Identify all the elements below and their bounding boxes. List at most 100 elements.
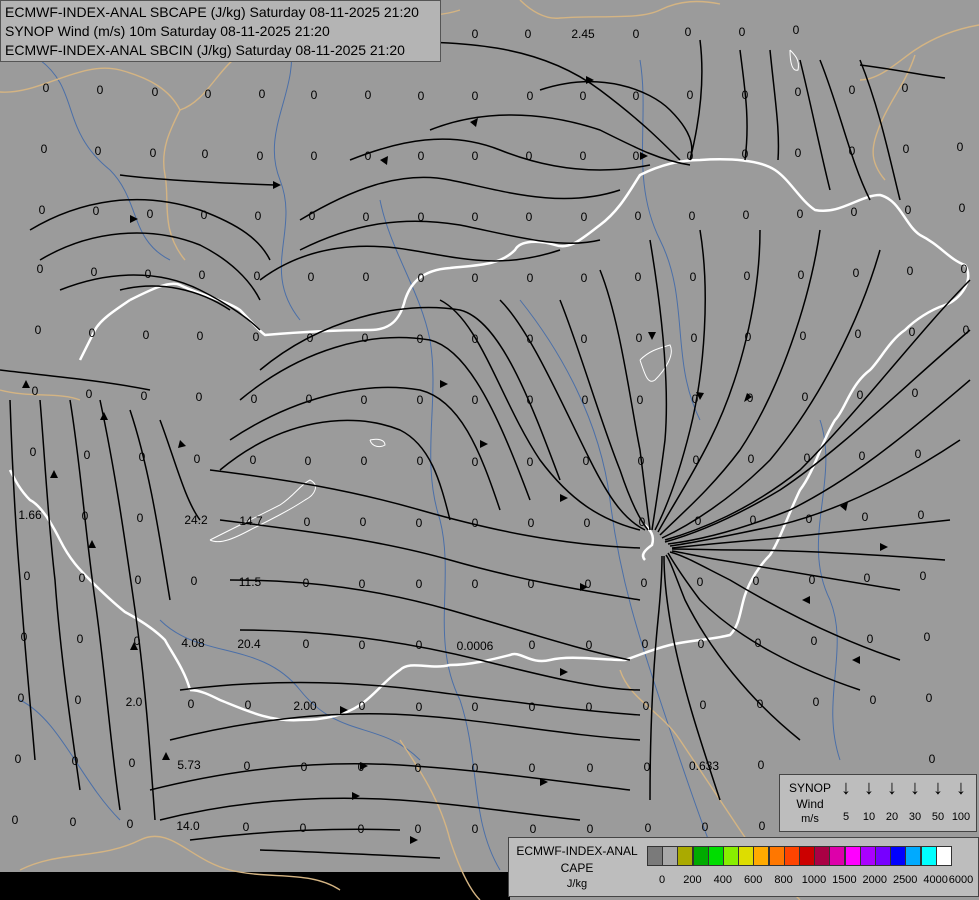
station-value: 0	[757, 697, 764, 711]
down-arrow-icon: ↓	[910, 777, 920, 799]
station-value: 0	[147, 207, 154, 221]
station-value: 0	[644, 760, 651, 774]
synop-speed-label: 10	[862, 811, 876, 823]
station-value: 0	[633, 27, 640, 41]
station-value: 0	[580, 149, 587, 163]
station-value: 0	[687, 149, 694, 163]
cape-color-swatch	[890, 846, 907, 866]
station-value: 0	[472, 149, 479, 163]
station-value: 0	[753, 574, 760, 588]
cape-tick-label: 2000	[862, 874, 888, 886]
station-value: 0	[472, 516, 479, 530]
station-value: 0	[804, 451, 811, 465]
station-value: 0	[811, 634, 818, 648]
station-value: 0	[303, 576, 310, 590]
station-value: 0	[739, 25, 746, 39]
station-value: 0	[581, 271, 588, 285]
cape-color-swatch	[692, 846, 709, 866]
station-value: 11.5	[239, 575, 262, 589]
station-value: 0	[418, 89, 425, 103]
station-value: 0	[586, 700, 593, 714]
station-value: 0	[685, 25, 692, 39]
station-value: 0	[143, 328, 150, 342]
station-value: 14.7	[239, 514, 263, 528]
station-value: 0	[693, 453, 700, 467]
station-value: 5.73	[177, 758, 201, 772]
station-value: 0	[363, 210, 370, 224]
station-value: 0	[84, 448, 91, 462]
map-title-box: ECMWF-INDEX-ANAL SBCAPE (J/kg) Saturday …	[0, 0, 441, 62]
station-value: 0	[902, 81, 909, 95]
station-value: 0	[580, 89, 587, 103]
weather-map: 0 0 0 2.45 0 0 0 0 0 0 0 0 0 0 0 0 0 0 0 0 0 0 0 0 0 0 0 0 0 0 0 0 0 0 0 0 0…	[0, 0, 979, 900]
station-value: 0	[528, 577, 535, 591]
cape-tick-label: 2500	[892, 874, 918, 886]
station-value: 14.0	[176, 819, 200, 833]
cape-color-swatch	[814, 846, 831, 866]
station-value: 0	[309, 209, 316, 223]
station-value: 0	[870, 693, 877, 707]
station-value: 0	[687, 88, 694, 102]
cape-color-swatch	[799, 846, 815, 866]
station-value: 0	[359, 699, 366, 713]
station-value: 20.4	[237, 637, 261, 651]
station-value: 0	[859, 449, 866, 463]
station-value: 0	[360, 515, 367, 529]
cape-tick-label: 600	[744, 874, 763, 886]
station-value: 0	[245, 698, 252, 712]
cape-color-swatch	[677, 846, 694, 866]
station-value: 0	[75, 693, 82, 707]
cape-color-swatch	[707, 846, 724, 866]
station-value: 0	[472, 27, 479, 41]
station-value: 0	[134, 634, 141, 648]
station-value: 0	[472, 271, 479, 285]
station-value: 0	[700, 698, 707, 712]
station-value: 0	[690, 270, 697, 284]
station-value: 0	[199, 268, 206, 282]
station-value: 0	[363, 270, 370, 284]
station-value: 0	[527, 332, 534, 346]
station-value: 0	[257, 149, 264, 163]
station-value: 0	[798, 268, 805, 282]
station-value: 0	[39, 203, 46, 217]
station-value: 0	[742, 88, 749, 102]
station-value: 0	[903, 142, 910, 156]
station-value: 0	[853, 266, 860, 280]
station-value: 0	[21, 630, 28, 644]
station-value: 0	[141, 389, 148, 403]
station-value: 0	[93, 204, 100, 218]
station-value: 0	[365, 88, 372, 102]
station-value: 0	[194, 452, 201, 466]
cape-color-swatch	[844, 846, 861, 866]
station-value: 0	[920, 569, 927, 583]
station-value: 0	[417, 393, 424, 407]
cape-tick-label: 0	[658, 874, 666, 886]
station-value: 0	[695, 514, 702, 528]
station-value: 0	[416, 638, 423, 652]
station-value: 0	[205, 87, 212, 101]
station-value: 1.66	[18, 508, 42, 522]
station-value: 0	[864, 571, 871, 585]
station-value: 0	[793, 23, 800, 37]
station-value: 0	[472, 700, 479, 714]
cape-color-swatch	[647, 846, 663, 866]
station-value: 0	[697, 575, 704, 589]
station-value: 0	[91, 265, 98, 279]
station-value: 0	[244, 759, 251, 773]
station-value: 0	[359, 577, 366, 591]
map-bottom-band	[0, 872, 510, 900]
station-value: 0	[581, 332, 588, 346]
station-value: 0	[748, 452, 755, 466]
station-value: 0	[926, 691, 933, 705]
cape-tick-label: 400	[713, 874, 732, 886]
station-value: 0	[529, 638, 536, 652]
station-value: 0	[35, 323, 42, 337]
station-value: 0	[415, 761, 422, 775]
station-value: 0	[849, 144, 856, 158]
station-value: 0	[251, 392, 258, 406]
station-value: 0	[795, 146, 802, 160]
cape-tick-label: 200	[683, 874, 702, 886]
station-value: 0	[416, 700, 423, 714]
station-value: 0	[472, 822, 479, 836]
station-value: 0	[529, 700, 536, 714]
